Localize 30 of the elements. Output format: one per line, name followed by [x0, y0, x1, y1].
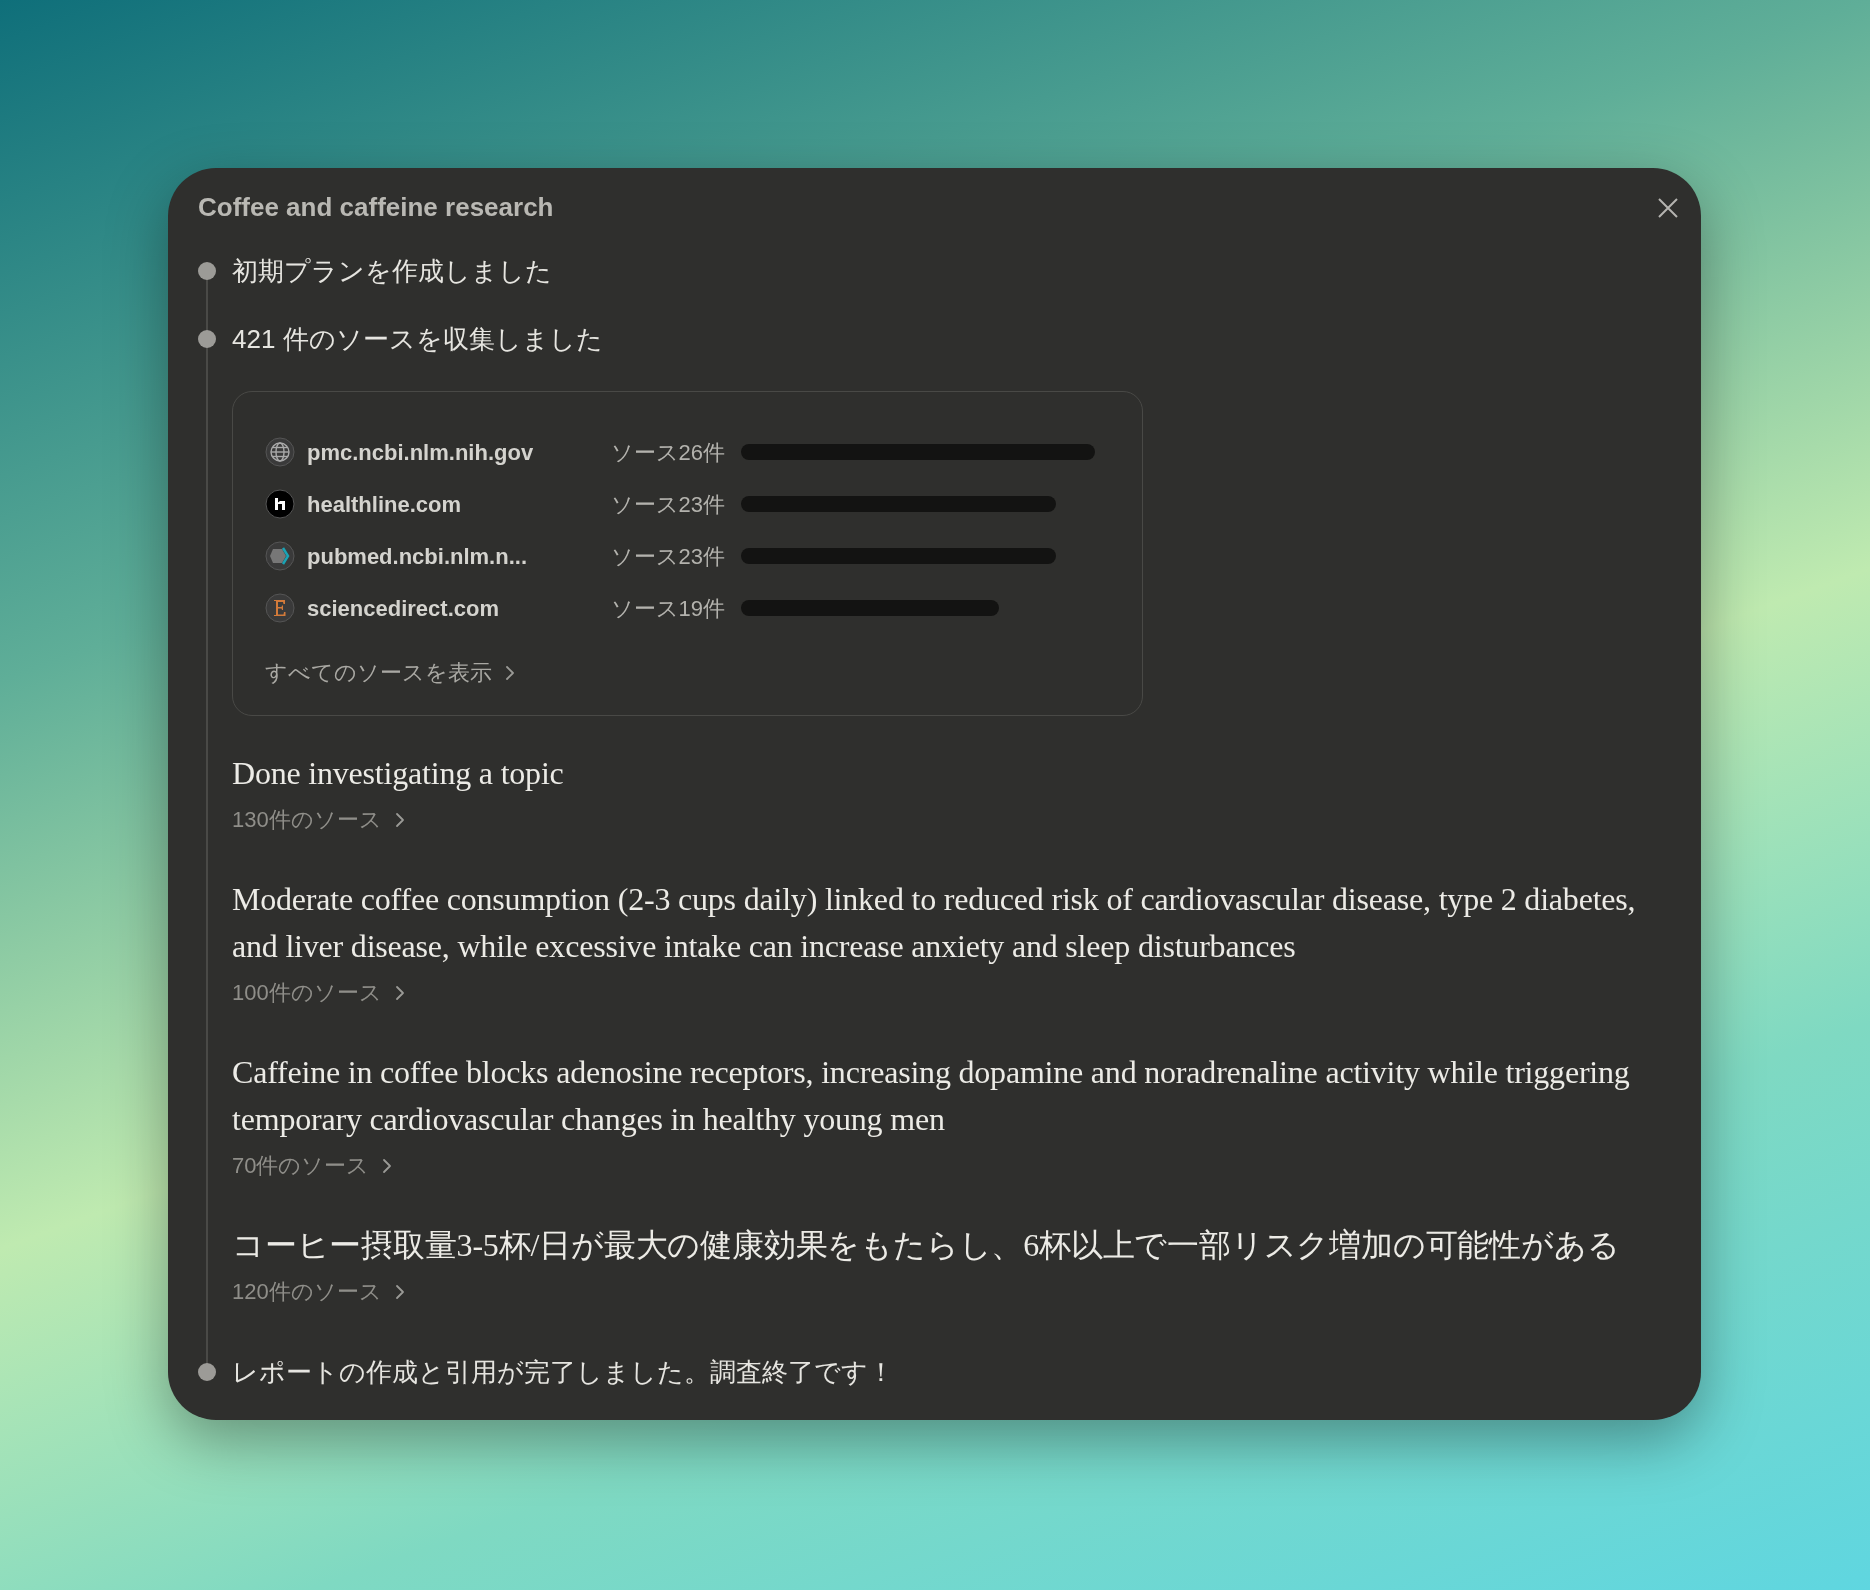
finding-sources-link[interactable]: 130件のソース — [232, 803, 406, 836]
close-icon — [1657, 196, 1679, 219]
source-domain[interactable]: pmc.ncbi.nlm.nih.gov — [307, 435, 607, 469]
chevron-right-icon — [393, 810, 406, 829]
source-count: ソース19件 — [609, 594, 725, 623]
step-label: レポートの作成と引用が完了しました。調査終了です！ — [232, 1355, 894, 1389]
chevron-right-icon — [504, 663, 516, 682]
show-all-sources-link[interactable]: すべてのソースを表示 — [265, 656, 516, 689]
globe-icon — [265, 437, 295, 467]
finding-title: Caffeine in coffee blocks adenosine receptors, increasing dopamine and noradrenaline activity while triggering temporary cardiovascular changes in healthy young men — [232, 1053, 1631, 1139]
panel-title: Coffee and caffeine research — [198, 191, 554, 224]
source-domain[interactable]: sciencedirect.com — [307, 591, 607, 625]
step-label: 421 件のソースを収集しました — [232, 322, 603, 356]
chevron-right-icon — [393, 983, 406, 1002]
chevron-right-icon — [381, 1156, 394, 1175]
source-domain[interactable]: pubmed.ncbi.nlm.n... — [307, 539, 607, 573]
chevron-right-icon — [393, 1282, 406, 1301]
source-domain[interactable]: healthline.com — [307, 487, 607, 521]
step-label: 初期プランを作成しました — [232, 254, 552, 288]
finding-title: コーヒー摂取量3-5杯/日が最大の健康効果をもたらし、6杯以上で一部リスク増加の可能性がある — [232, 1226, 1621, 1265]
finding-sources-link[interactable]: 100件のソース — [232, 976, 406, 1009]
finding-sources-link[interactable]: 120件のソース — [232, 1275, 406, 1308]
finding-sources-link[interactable]: 70件のソース — [232, 1149, 394, 1182]
finding-title: Done investigating a topic — [232, 754, 565, 793]
finding-title: Moderate coffee consumption (2-3 cups daily) linked to reduced risk of cardiovascular disease, type 2 diabetes, and liver disease, while excessive intake can increase anxiety and sleep disturbances — [232, 880, 1637, 966]
source-count: ソース23件 — [609, 542, 725, 571]
serif-e-icon — [265, 593, 295, 623]
source-count: ソース23件 — [609, 490, 725, 519]
house-icon — [265, 489, 295, 519]
source-count: ソース26件 — [609, 438, 725, 467]
